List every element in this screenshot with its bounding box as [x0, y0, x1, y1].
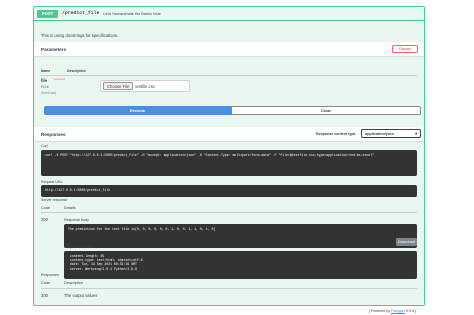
request-url: http://127.0.0.1:5000/predict_file: [41, 185, 417, 197]
col-code-2: Code: [41, 281, 51, 285]
method-badge: POST: [37, 9, 58, 18]
response-headers: content-length: 85 content-type: text/ht…: [64, 251, 417, 279]
request-url-label: Request URL: [41, 180, 63, 184]
param-required: * required: [52, 77, 66, 81]
responses-label: Responses: [41, 273, 59, 277]
powered-prefix: [ Powered by: [369, 309, 391, 313]
server-response-code: 200: [41, 217, 48, 222]
download-button[interactable]: Download: [396, 238, 417, 246]
curl-command: curl -X POST "http://127.0.0.1:5000/pred…: [41, 150, 417, 176]
response-doc-code: 200: [41, 293, 48, 298]
col-description-2: Description: [64, 281, 83, 285]
curl-label: Curl: [41, 144, 48, 148]
col-details: Details: [64, 206, 76, 210]
content-type-select[interactable]: application/json ▾: [361, 129, 421, 138]
chevron-down-icon: ▾: [415, 132, 417, 136]
divider: [41, 212, 417, 213]
execute-button[interactable]: Execute: [44, 106, 231, 115]
response-body-label: Response body: [64, 218, 89, 222]
col-description: Description: [67, 69, 86, 73]
file-name: testfile.csv: [135, 83, 155, 89]
param-name: file: [41, 78, 48, 83]
flasgger-link[interactable]: Flasgger: [391, 309, 405, 313]
divider: [41, 75, 417, 76]
file-input[interactable]: Choose File testfile.csv: [100, 80, 190, 92]
cancel-button[interactable]: Cancel: [392, 45, 418, 53]
col-code: Code: [41, 206, 51, 210]
divider: [41, 288, 417, 289]
col-name: Name: [41, 69, 51, 73]
content-type-label: Response content type: [316, 132, 356, 136]
operation-description: This is using docstrings for specificati…: [41, 33, 119, 38]
server-response-label: Server response: [41, 198, 68, 202]
responses-title: Responses: [41, 131, 66, 137]
powered-by: [ Powered by Flasgger 0.9.5 ]: [369, 309, 416, 313]
parameters-title: Parameters: [41, 46, 67, 52]
operation-summary-text: Let's Humanimate the Banks Note: [103, 11, 161, 16]
response-body: The prediction for the test file is[0, 0…: [64, 224, 417, 248]
param-type: file: [41, 85, 49, 89]
choose-file-button[interactable]: Choose File: [103, 82, 134, 90]
operation-summary[interactable]: POST /predict_file Let's Humanimate the …: [34, 7, 424, 21]
response-headers-label: Response headers: [64, 245, 95, 249]
content-type-value: application/json: [365, 131, 394, 136]
operation-block: POST /predict_file Let's Humanimate the …: [33, 6, 425, 306]
param-in: (formData): [41, 91, 57, 95]
operation-path: /predict_file: [62, 11, 100, 16]
clear-button[interactable]: Clear: [231, 106, 421, 115]
powered-suffix: 0.9.5 ]: [404, 309, 416, 313]
response-doc-description: The output values: [64, 293, 98, 298]
parameters-header: Parameters Cancel: [34, 42, 424, 56]
